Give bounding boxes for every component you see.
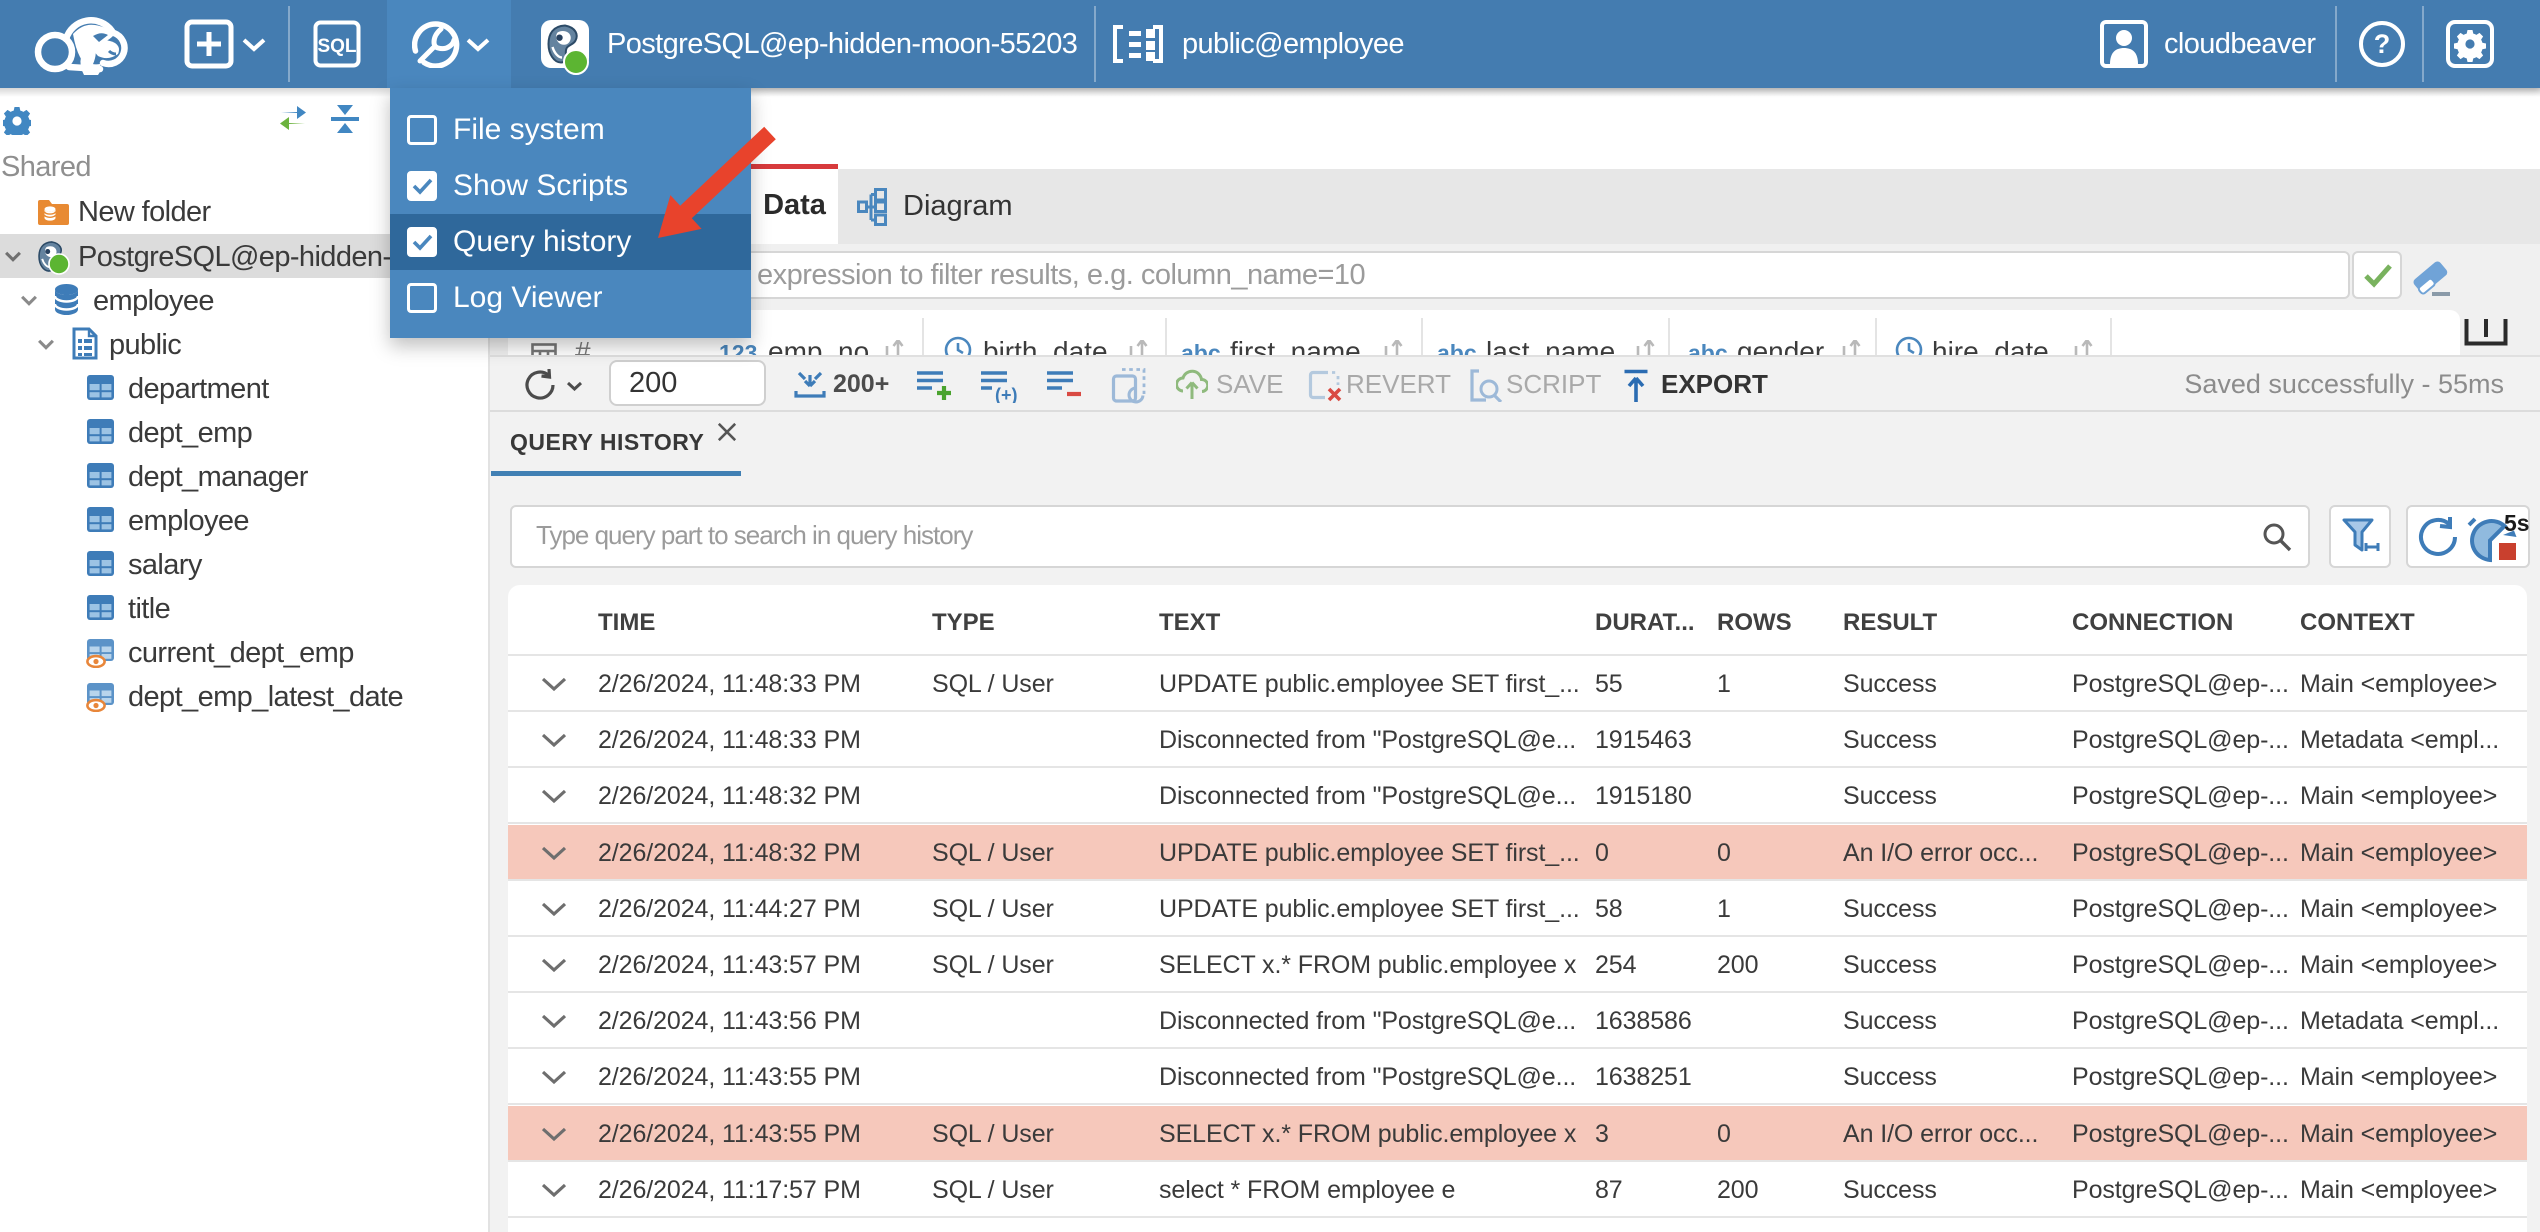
svg-text:5s: 5s [2504, 511, 2530, 536]
svg-text:(+): (+) [995, 385, 1018, 403]
svg-text:?: ? [2374, 29, 2391, 59]
svg-text:SQL: SQL [317, 36, 356, 57]
